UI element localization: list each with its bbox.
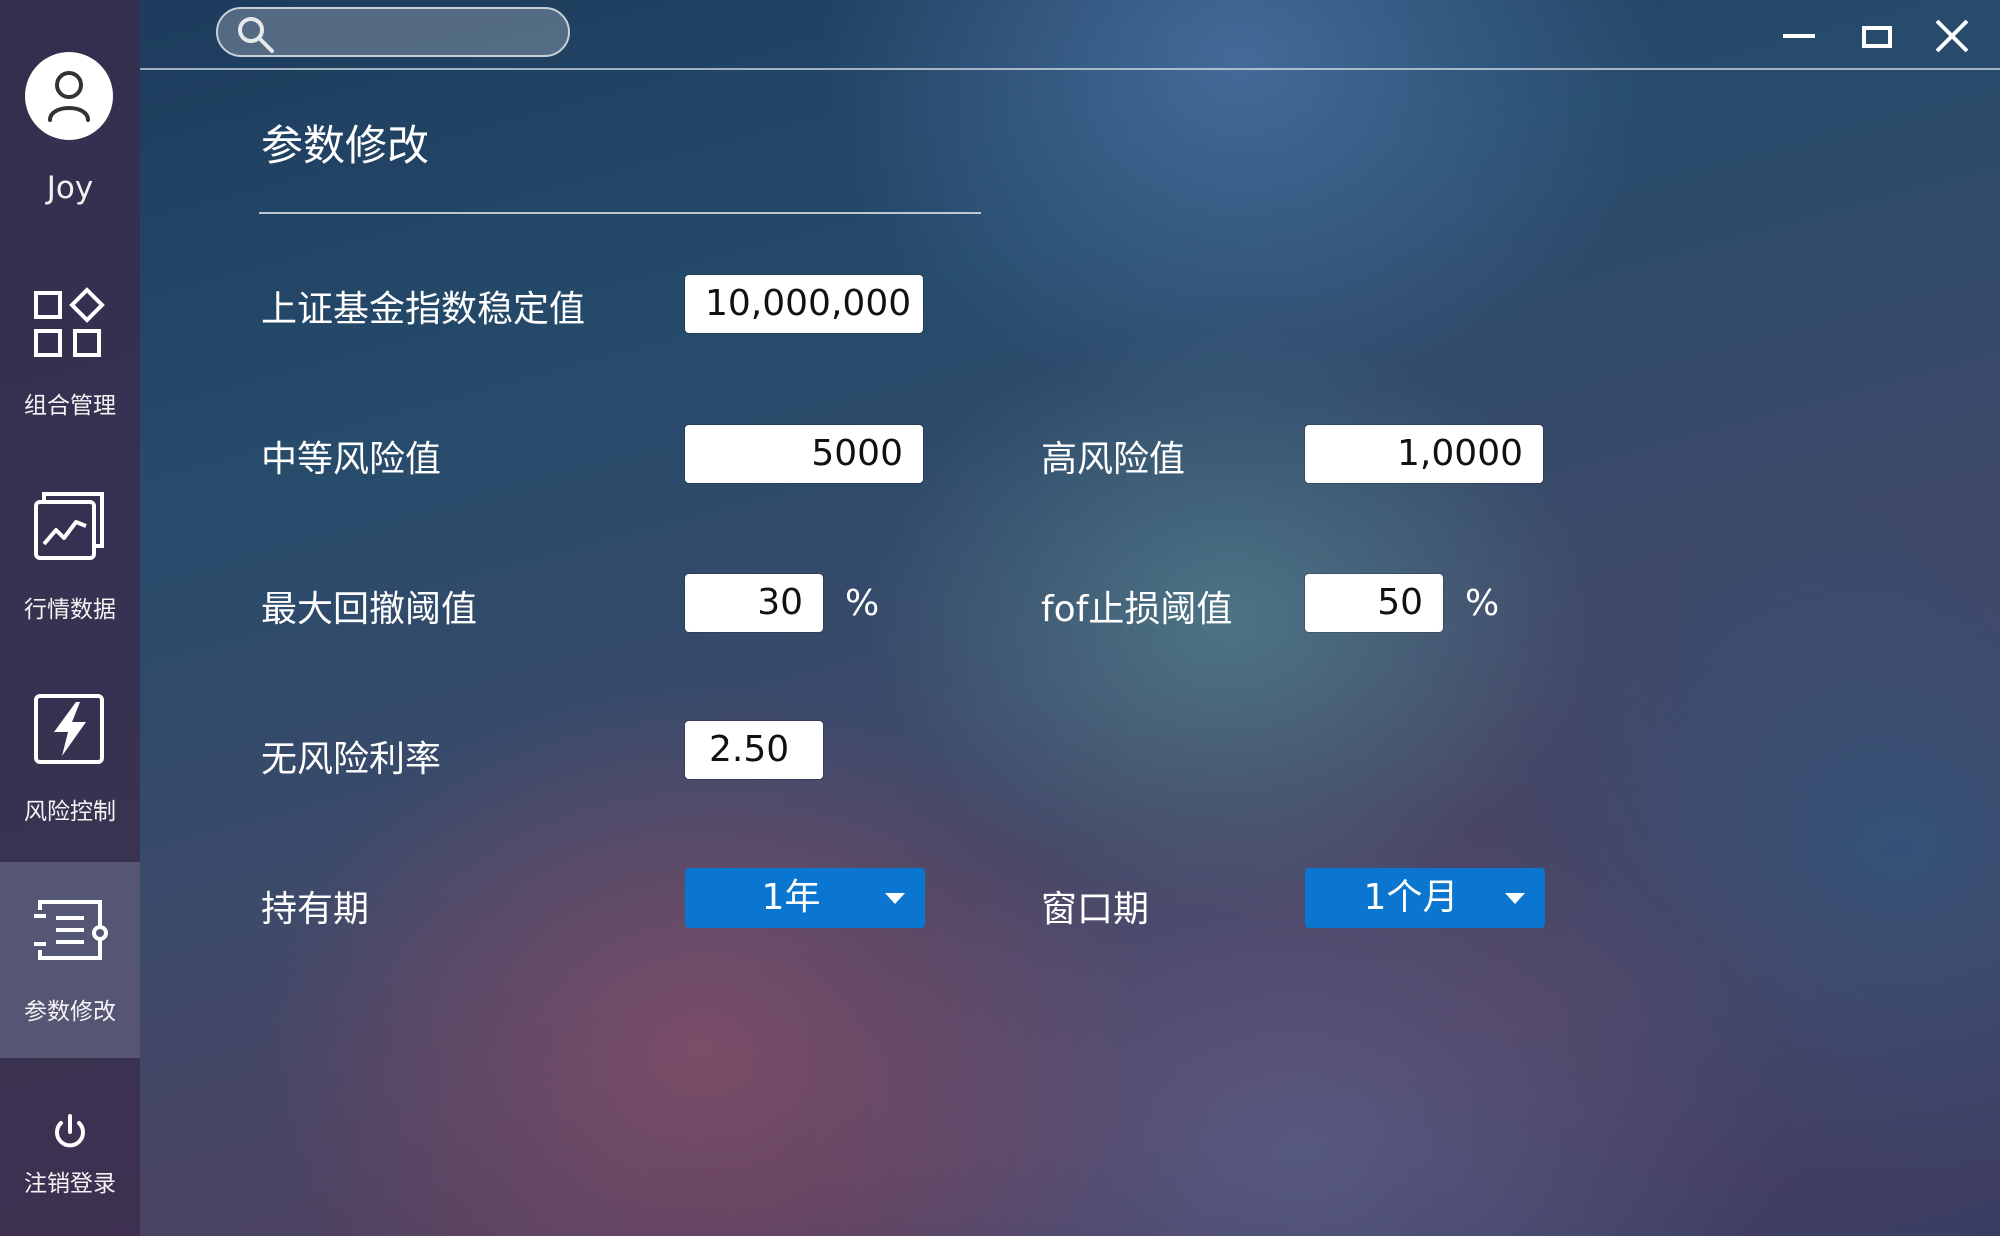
percent-unit: %: [845, 583, 880, 624]
chevron-down-icon: [1505, 893, 1525, 904]
logout-button[interactable]: 注销登录: [0, 1090, 140, 1236]
sidebar-item-risk-control[interactable]: 风险控制: [0, 674, 140, 870]
max-drawdown-label: 最大回撤阈值: [261, 589, 478, 630]
topbar-divider: [140, 68, 2000, 70]
close-icon[interactable]: [1930, 14, 1974, 58]
medium-risk-label: 中等风险值: [261, 439, 442, 480]
sidebar-item-market-data[interactable]: 行情数据: [0, 474, 140, 670]
high-risk-label: 高风险值: [1041, 439, 1186, 480]
medium-risk-input[interactable]: 5000: [685, 425, 923, 483]
fof-stop-loss-label: fof止损阈值: [1041, 589, 1233, 630]
portfolio-grid-icon: [34, 287, 105, 357]
lightning-icon: [34, 694, 104, 764]
title-divider: [259, 212, 981, 214]
sidebar-item-label: 组合管理: [24, 393, 116, 419]
holding-period-value: 1年: [761, 877, 821, 918]
sidebar-item-portfolio[interactable]: 组合管理: [0, 272, 140, 468]
max-drawdown-input[interactable]: 30: [685, 574, 823, 632]
sidebar: Joy 组合管理 行情数据 风险控制 参数修改 注销登录: [0, 0, 140, 1236]
search-input[interactable]: [216, 7, 570, 57]
market-chart-icon: [34, 492, 104, 560]
avatar[interactable]: [25, 52, 113, 140]
window-period-select[interactable]: 1个月: [1305, 868, 1545, 928]
sidebar-item-label: 行情数据: [24, 597, 116, 623]
fof-stop-loss-input[interactable]: 50: [1305, 574, 1443, 632]
maximize-icon[interactable]: [1855, 14, 1899, 58]
minimize-icon[interactable]: [1777, 14, 1821, 58]
holding-period-select[interactable]: 1年: [685, 868, 925, 928]
holding-period-label: 持有期: [261, 889, 370, 930]
search-icon: [238, 17, 274, 53]
index-stable-input[interactable]: 10,000,000: [685, 275, 923, 333]
settings-list-icon: [34, 900, 108, 960]
sidebar-item-label: 风险控制: [24, 799, 116, 825]
power-icon: [55, 1114, 85, 1148]
index-stable-label: 上证基金指数稳定值: [261, 289, 586, 330]
high-risk-input[interactable]: 1,0000: [1305, 425, 1543, 483]
risk-free-rate-label: 无风险利率: [261, 739, 442, 780]
page-title: 参数修改: [261, 121, 430, 170]
user-icon: [48, 71, 90, 122]
username: Joy: [46, 170, 94, 206]
logout-label: 注销登录: [24, 1171, 116, 1197]
percent-unit: %: [1465, 583, 1500, 624]
window-period-label: 窗口期: [1041, 889, 1150, 930]
chevron-down-icon: [885, 893, 905, 904]
risk-free-rate-input[interactable]: 2.50: [685, 721, 823, 779]
sidebar-item-parameters[interactable]: 参数修改: [0, 862, 140, 1058]
sidebar-item-label: 参数修改: [24, 999, 116, 1025]
window-period-value: 1个月: [1363, 877, 1459, 918]
